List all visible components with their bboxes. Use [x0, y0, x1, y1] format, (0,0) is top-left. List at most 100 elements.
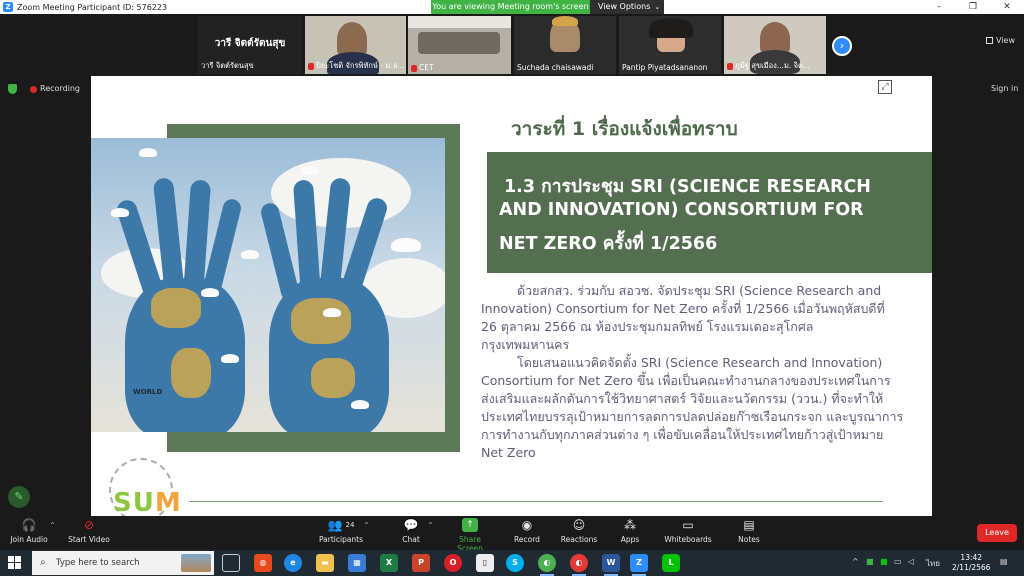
clock-date: 2/11/2566: [952, 563, 991, 572]
world-label: WORLD: [133, 388, 163, 396]
participant-name: CET: [419, 63, 434, 72]
slide-divider: [189, 501, 883, 502]
recording-icon: [30, 86, 37, 93]
meeting-room-video: [418, 32, 500, 54]
topic-heading-line: AND INNOVATION) CONSORTIUM FOR: [499, 200, 864, 220]
annotate-pen-icon[interactable]: ✎: [8, 486, 30, 508]
line-app-icon[interactable]: L: [662, 554, 680, 572]
shared-screen-slide: ⤢ WORLD วาระที่ 1 เรื่องแจ้งเพื่อทราบ 1.…: [91, 76, 932, 516]
sign-in-link[interactable]: Sign in: [991, 84, 1018, 93]
view-options-button[interactable]: View Options ⌄: [590, 0, 664, 14]
record-button[interactable]: ◉ Record: [512, 518, 542, 544]
dove-shape: [301, 166, 319, 175]
participants-count: 24: [345, 521, 355, 529]
opera-icon[interactable]: O: [444, 554, 462, 572]
excel-icon[interactable]: X: [380, 554, 398, 572]
record-label: Record: [514, 535, 540, 544]
start-video-label: Start Video: [68, 535, 110, 544]
reactions-button[interactable]: ☺ Reactions: [560, 518, 598, 544]
clock-time: 13:42: [960, 553, 983, 562]
leave-button[interactable]: Leave: [977, 524, 1017, 542]
reactions-label: Reactions: [560, 535, 598, 544]
view-button[interactable]: View: [986, 36, 1015, 45]
chrome-icon[interactable]: ◐: [538, 554, 556, 576]
input-language[interactable]: ไทย: [926, 557, 940, 570]
chevron-up-icon[interactable]: ^: [50, 522, 55, 529]
share-screen-icon: ↑: [462, 518, 478, 532]
start-video-button[interactable]: ⊘ Start Video: [68, 518, 110, 544]
participant-tile[interactable]: Suchada chaisawadi: [514, 16, 616, 74]
share-screen-button[interactable]: ↑ Share Screen: [446, 518, 494, 553]
chevron-up-icon[interactable]: ^: [364, 522, 369, 529]
notifications-icon[interactable]: ▤: [1000, 557, 1008, 566]
task-view-icon[interactable]: [222, 554, 240, 572]
topic-heading-line: 1.3 การประชุม SRI (SCIENCE RESEARCH: [504, 177, 871, 197]
meeting-room-video: [408, 16, 511, 28]
chat-label: Chat: [402, 535, 420, 544]
taskbar-search-input[interactable]: ⌕ Type here to search: [32, 551, 214, 575]
dove-shape: [111, 208, 129, 217]
participant-tile[interactable]: ภูมิฐ สุขเมือง...ม. จิต...: [724, 16, 826, 74]
chrome-profile-icon[interactable]: ◐: [570, 554, 588, 576]
close-icon[interactable]: ✕: [990, 0, 1024, 14]
zoom-taskbar-icon[interactable]: Z: [630, 554, 648, 576]
chat-button[interactable]: 💬 Chat ^: [398, 518, 433, 544]
tray-line-icon[interactable]: ■: [880, 557, 888, 566]
participants-button[interactable]: 👥 24 Participants ^: [318, 518, 369, 544]
topic-heading-box: 1.3 การประชุม SRI (SCIENCE RESEARCH AND …: [487, 152, 932, 273]
edge-icon[interactable]: e: [284, 554, 302, 572]
word-icon[interactable]: W: [602, 554, 620, 576]
mic-muted-icon: [727, 62, 733, 70]
document-icon[interactable]: ▯: [476, 554, 494, 572]
body-line: Net Zero: [481, 445, 536, 460]
mic-muted-icon: [308, 62, 314, 70]
slide-body-text: ด้วยสกสว. ร่วมกับ สอวช. จัดประชุม SRI (S…: [481, 282, 927, 462]
participant-name-large: วารี จิตต์รัตนสุข: [214, 38, 286, 49]
body-line: ส่งเสริมและผลักดันการใช้วิทยาศาสตร์ วิจั…: [481, 391, 884, 406]
join-audio-button[interactable]: 🎧 Join Audio ^: [8, 518, 55, 544]
whiteboards-label: Whiteboards: [664, 535, 712, 544]
notes-button[interactable]: ▤ Notes: [736, 518, 762, 544]
restore-icon[interactable]: ❐: [956, 0, 990, 14]
network-icon[interactable]: ▭: [894, 557, 902, 566]
skype-icon[interactable]: S: [506, 554, 524, 572]
continent-shape: [151, 288, 201, 328]
windows-start-icon[interactable]: [8, 556, 22, 570]
volume-icon[interactable]: ◁: [908, 557, 914, 566]
chevron-down-icon: ⌄: [654, 3, 661, 11]
grid-icon: [986, 37, 993, 44]
apps-button[interactable]: ⁂ Apps: [618, 518, 642, 544]
security-shield-icon[interactable]: [8, 84, 17, 94]
whiteboard-icon: ▭: [682, 518, 694, 532]
participant-name: ปิยะโชติ จักรพิทักษ์ - ม.ล...: [316, 61, 405, 70]
tray-chevron-up-icon[interactable]: ^: [852, 557, 859, 566]
body-line: โดยเสนอแนวคิดจัดตั้ง SRI (Science Resear…: [517, 355, 883, 370]
body-line: 26 ตุลาคม 2566 ณ ห้องประชุมกมลทิพย์ โรงแ…: [481, 319, 814, 334]
store-icon[interactable]: ▦: [348, 554, 366, 572]
video-off-icon: ⊘: [83, 518, 95, 532]
minimize-icon[interactable]: –: [922, 0, 956, 14]
participant-tile[interactable]: Pantip Piyatadsananon: [619, 16, 721, 74]
dove-shape: [221, 354, 239, 363]
system-clock[interactable]: 13:42 2/11/2566: [952, 553, 990, 573]
file-explorer-icon[interactable]: ▬: [316, 554, 334, 572]
notes-label: Notes: [738, 535, 760, 544]
zoom-logo-icon: Z: [3, 2, 13, 12]
meeting-toolbar: 🎧 Join Audio ^ ⊘ Start Video 👥 24 Partici…: [0, 516, 1024, 553]
participant-tile[interactable]: วารี จิตต์รัตนสุข วารี จิตต์รัตนสุข: [198, 16, 302, 74]
app-icon[interactable]: ◍: [254, 554, 272, 572]
dove-shape: [139, 148, 157, 157]
powerpoint-icon[interactable]: P: [412, 554, 430, 572]
fullscreen-icon[interactable]: ⤢: [878, 80, 892, 94]
whiteboards-button[interactable]: ▭ Whiteboards: [664, 518, 712, 544]
participant-tile[interactable]: CET: [408, 16, 511, 74]
reactions-icon: ☺: [572, 518, 586, 532]
participant-video: [337, 22, 367, 56]
logo-text: SU: [113, 488, 155, 516]
next-page-arrow-icon[interactable]: ›: [832, 36, 852, 56]
tray-app-icon[interactable]: ■: [866, 557, 874, 566]
search-highlight-image: [181, 554, 211, 572]
continent-shape: [291, 298, 351, 344]
chevron-up-icon[interactable]: ^: [428, 522, 433, 529]
participant-tile[interactable]: ปิยะโชติ จักรพิทักษ์ - ม.ล...: [305, 16, 406, 74]
